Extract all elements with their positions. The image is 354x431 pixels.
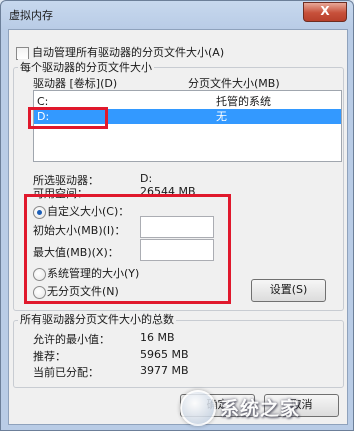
free-space-label: 可用空间： bbox=[33, 187, 88, 200]
min-allowed-label: 允许的最小值： bbox=[33, 333, 110, 346]
window-title: 虚拟内存 bbox=[9, 9, 53, 22]
allocated-label: 当前已分配： bbox=[33, 366, 99, 379]
drive-listbox[interactable]: C: 托管的系统 D: 无 bbox=[33, 90, 342, 162]
dialog-body: 自动管理所有驱动器的分页文件大小(A) 每个驱动器的分页文件大小 驱动器 [卷标… bbox=[8, 29, 348, 425]
max-size-input[interactable] bbox=[140, 239, 214, 261]
system-managed-radio[interactable] bbox=[33, 268, 46, 281]
drive-letter: D: bbox=[37, 110, 50, 123]
list-item[interactable]: D: 无 bbox=[34, 109, 341, 124]
recommended-value: 5965 MB bbox=[140, 348, 189, 361]
title-bar[interactable]: 虚拟内存 X bbox=[1, 1, 353, 27]
column-header-size: 分页文件大小(MB) bbox=[188, 77, 280, 90]
close-icon: X bbox=[320, 4, 330, 18]
paging-size: 托管的系统 bbox=[216, 95, 271, 108]
watermark-logo: 系统之家 bbox=[176, 384, 354, 431]
min-allowed-value: 16 MB bbox=[140, 331, 175, 344]
max-size-label: 最大值(MB)(X)： bbox=[33, 246, 119, 259]
free-space-value: 26544 MB bbox=[140, 185, 196, 198]
paging-size: 无 bbox=[216, 110, 227, 123]
total-group-legend: 所有驱动器分页文件大小的总数 bbox=[18, 311, 176, 327]
column-header-drive: 驱动器 [卷标](D) bbox=[33, 77, 118, 90]
no-paging-radio[interactable] bbox=[33, 286, 46, 299]
list-item[interactable]: C: 托管的系统 bbox=[34, 94, 341, 109]
virtual-memory-dialog: 虚拟内存 X 自动管理所有驱动器的分页文件大小(A) 每个驱动器的分页文件大小 … bbox=[0, 0, 354, 431]
watermark-globe-icon bbox=[180, 390, 216, 426]
drive-letter: C: bbox=[37, 95, 49, 108]
no-paging-label[interactable]: 无分页文件(N) bbox=[47, 283, 119, 299]
close-button[interactable]: X bbox=[303, 2, 347, 22]
allocated-value: 3977 MB bbox=[140, 364, 189, 377]
system-managed-label[interactable]: 系统管理的大小(Y) bbox=[47, 265, 139, 281]
custom-size-label[interactable]: 自定义大小(C)： bbox=[47, 203, 129, 219]
drive-group-legend: 每个驱动器的分页文件大小 bbox=[18, 59, 154, 75]
selected-drive-value: D: bbox=[140, 172, 153, 185]
watermark-text: 系统之家 bbox=[220, 398, 301, 420]
set-button[interactable]: 设置(S) bbox=[251, 279, 326, 302]
initial-size-input[interactable] bbox=[140, 216, 214, 238]
custom-size-radio[interactable] bbox=[33, 206, 46, 219]
auto-manage-label[interactable]: 自动管理所有驱动器的分页文件大小(A) bbox=[32, 44, 224, 60]
initial-size-label: 初始大小(MB)(I)： bbox=[33, 224, 126, 237]
recommended-label: 推荐： bbox=[33, 350, 66, 363]
